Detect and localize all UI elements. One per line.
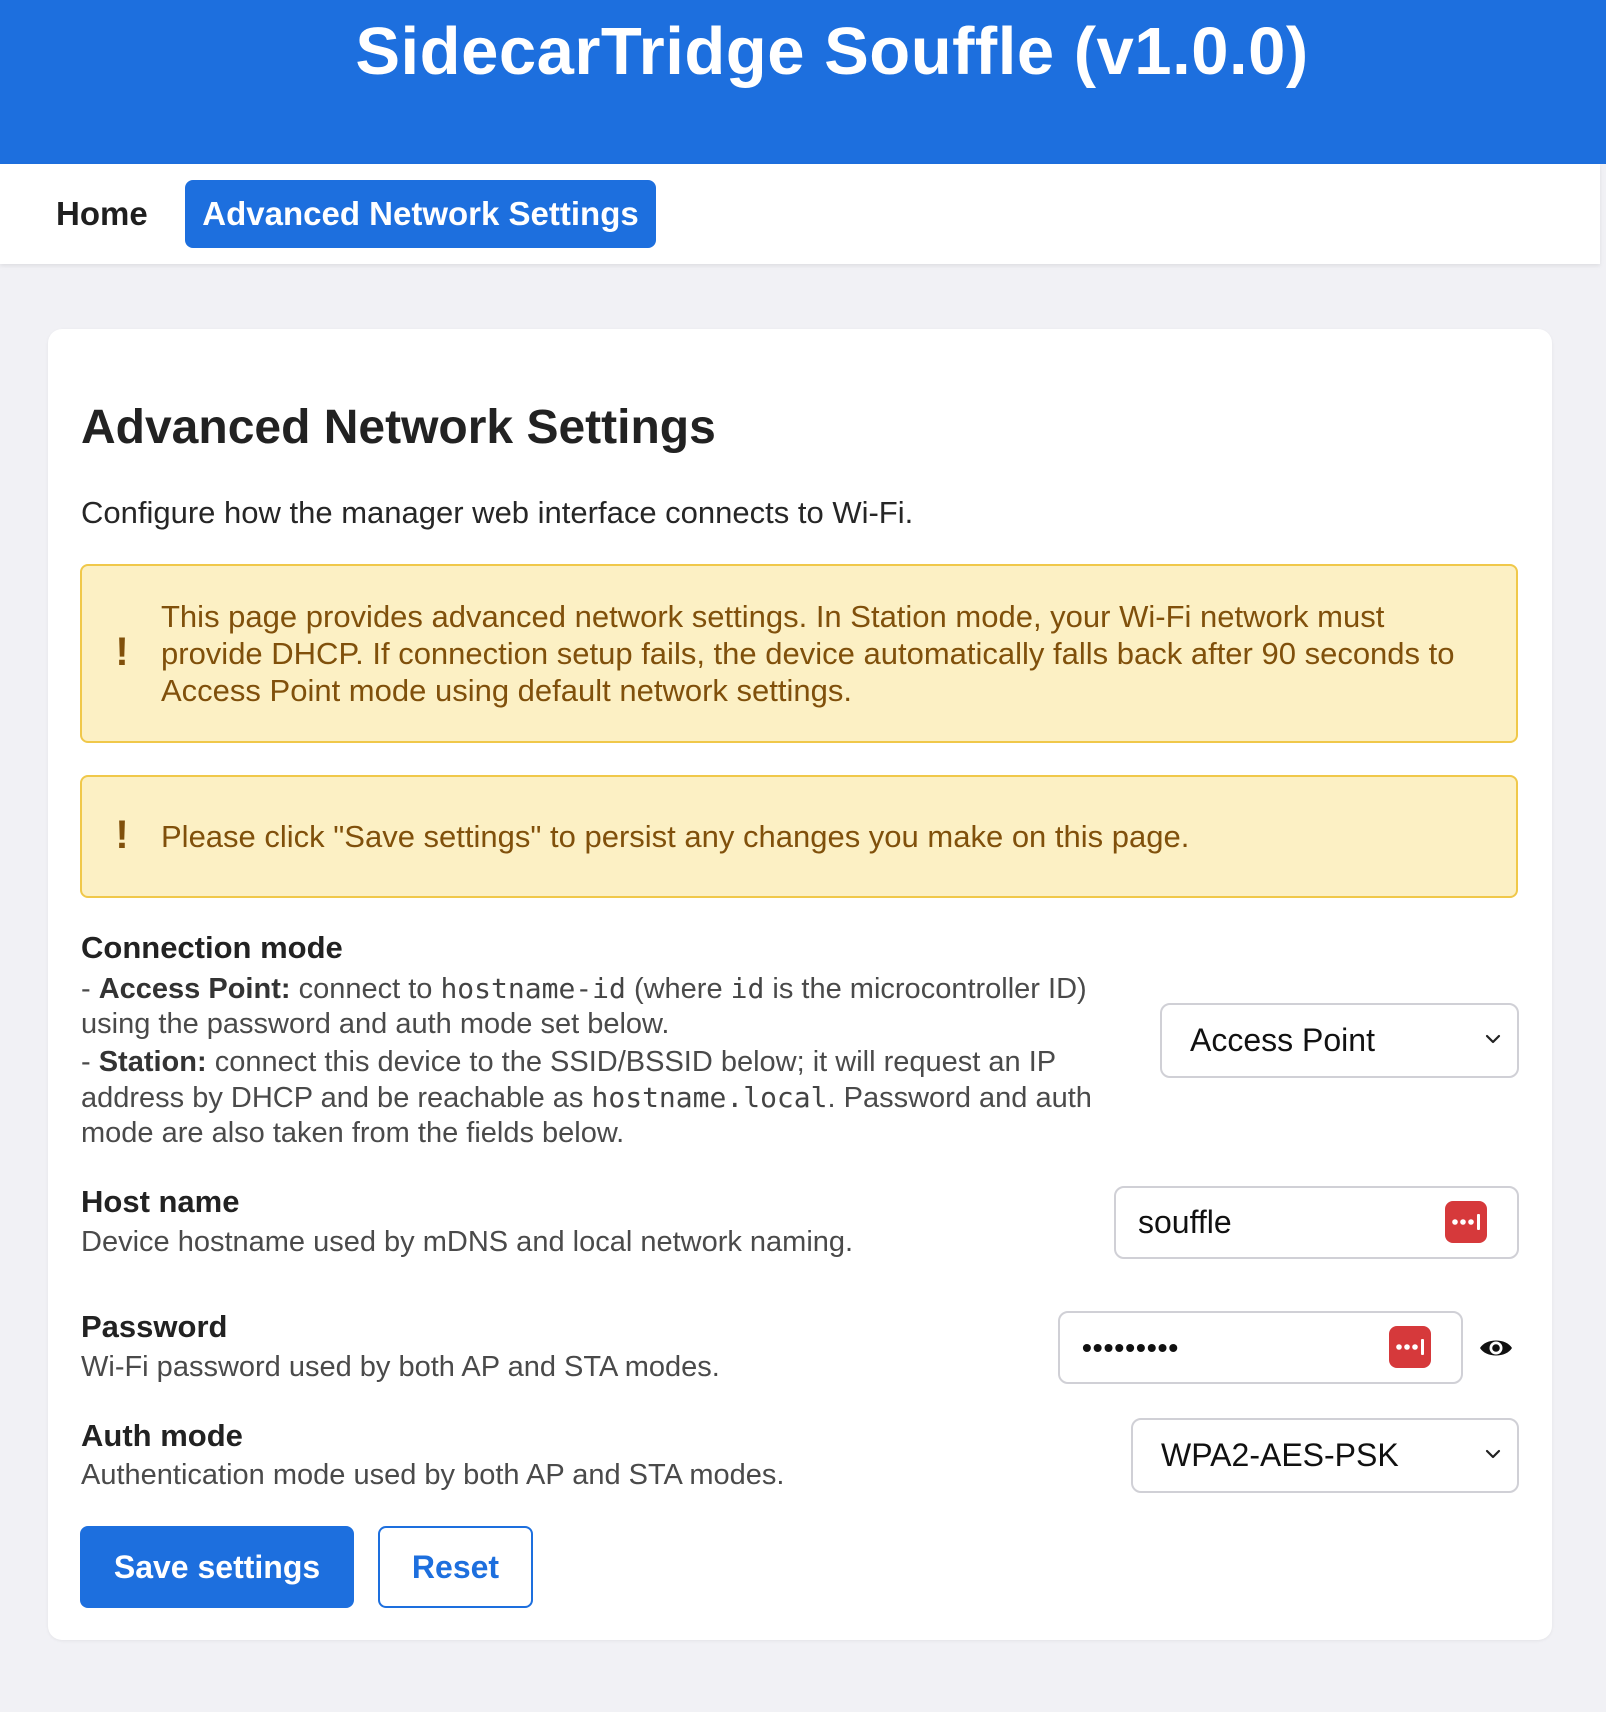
auth-mode-value: WPA2-AES-PSK bbox=[1161, 1437, 1399, 1473]
app-header: SidecarTridge Souffle (v1.0.0) bbox=[0, 0, 1606, 164]
nav-home[interactable]: Home bbox=[40, 180, 164, 248]
host-name-description: Device hostname used by mDNS and local n… bbox=[81, 1226, 854, 1258]
connection-mode-sta-description: - Station: connect this device to the SS… bbox=[81, 1046, 1092, 1149]
alert-text: This page provides advanced network sett… bbox=[161, 599, 1455, 708]
auth-mode-select[interactable]: WPA2-AES-PSK bbox=[1131, 1418, 1519, 1493]
chevron-down-icon bbox=[1485, 1034, 1501, 1043]
host-name-input[interactable]: souffle bbox=[1114, 1186, 1519, 1259]
auth-mode-description: Authentication mode used by both AP and … bbox=[81, 1459, 785, 1491]
top-nav: Home Advanced Network Settings bbox=[0, 164, 1600, 264]
connection-mode-select[interactable]: Access Point bbox=[1160, 1003, 1519, 1078]
eye-icon[interactable] bbox=[1479, 1336, 1513, 1360]
auth-mode-label: Auth mode bbox=[81, 1418, 243, 1453]
password-manager-icon[interactable] bbox=[1445, 1201, 1487, 1243]
page-description: Configure how the manager web interface … bbox=[81, 495, 914, 530]
exclamation-icon: ! bbox=[115, 630, 129, 674]
chevron-down-icon bbox=[1485, 1449, 1501, 1458]
password-value: ••••••••• bbox=[1082, 1332, 1180, 1363]
password-label: Password bbox=[81, 1309, 228, 1344]
reset-button[interactable]: Reset bbox=[378, 1526, 533, 1608]
password-manager-icon[interactable] bbox=[1389, 1326, 1431, 1368]
alert-text: Please click "Save settings" to persist … bbox=[161, 819, 1190, 854]
connection-mode-value: Access Point bbox=[1190, 1022, 1375, 1058]
app-title: SidecarTridge Souffle (v1.0.0) bbox=[355, 14, 1309, 89]
settings-card: Advanced Network Settings Configure how … bbox=[48, 329, 1552, 1640]
exclamation-icon: ! bbox=[115, 813, 129, 857]
connection-mode-label: Connection mode bbox=[81, 930, 343, 965]
password-input[interactable]: ••••••••• bbox=[1058, 1311, 1463, 1384]
warning-alert-save: ! Please click "Save settings" to persis… bbox=[80, 775, 1518, 898]
warning-alert-dhcp: ! This page provides advanced network se… bbox=[80, 564, 1518, 743]
nav-advanced-network-settings[interactable]: Advanced Network Settings bbox=[185, 180, 656, 248]
host-name-value: souffle bbox=[1138, 1204, 1232, 1240]
save-settings-button[interactable]: Save settings bbox=[80, 1526, 354, 1608]
connection-mode-ap-description: - Access Point: connect to hostname-id (… bbox=[81, 972, 1087, 1040]
page-title: Advanced Network Settings bbox=[81, 401, 716, 454]
host-name-label: Host name bbox=[81, 1184, 240, 1219]
password-description: Wi-Fi password used by both AP and STA m… bbox=[81, 1351, 720, 1383]
